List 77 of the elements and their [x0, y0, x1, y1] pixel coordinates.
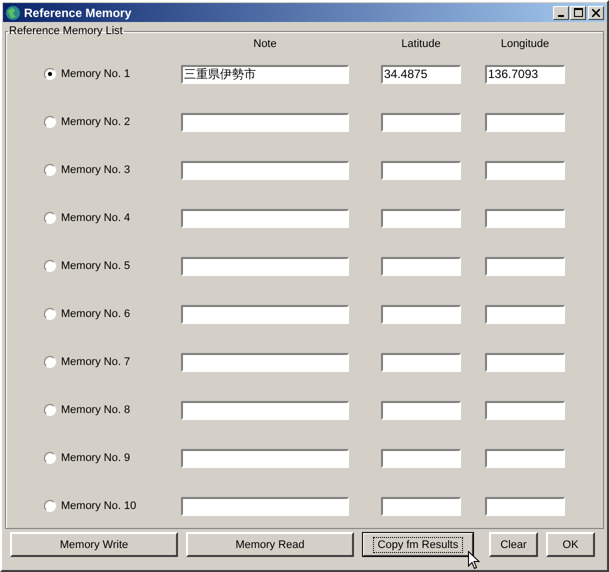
radio-label: Memory No. 9 — [61, 452, 130, 464]
latitude-field[interactable] — [381, 208, 461, 228]
latitude-field[interactable] — [381, 160, 461, 180]
longitude-field[interactable]: 136.7093 — [485, 64, 565, 84]
note-field[interactable] — [181, 400, 349, 420]
longitude-field[interactable] — [485, 352, 565, 372]
maximize-button[interactable] — [570, 6, 586, 20]
latitude-field[interactable] — [381, 352, 461, 372]
globe-icon — [5, 4, 21, 20]
note-field[interactable] — [181, 112, 349, 132]
minimize-icon — [558, 14, 564, 16]
note-field[interactable] — [181, 160, 349, 180]
note-field[interactable] — [181, 448, 349, 468]
memory-radio[interactable]: Memory No. 1 — [6, 68, 181, 80]
note-field[interactable] — [181, 304, 349, 324]
radio-button[interactable] — [44, 116, 56, 128]
maximize-icon — [574, 8, 582, 17]
radio-label: Memory No. 6 — [61, 308, 130, 320]
longitude-field[interactable] — [485, 400, 565, 420]
radio-label: Memory No. 1 — [61, 68, 130, 80]
radio-label: Memory No. 3 — [61, 164, 130, 176]
memory-radio[interactable]: Memory No. 5 — [6, 260, 181, 272]
dialog-button[interactable]: Memory Write — [10, 532, 178, 557]
longitude-field[interactable] — [485, 496, 565, 516]
longitude-field[interactable] — [485, 112, 565, 132]
radio-button[interactable] — [44, 404, 56, 416]
note-field[interactable] — [181, 256, 349, 276]
note-field[interactable] — [181, 352, 349, 372]
column-header: Longitude — [500, 38, 550, 50]
radio-label: Memory No. 5 — [61, 260, 130, 272]
memory-radio[interactable]: Memory No. 6 — [6, 308, 181, 320]
minimize-button[interactable] — [553, 6, 569, 20]
longitude-field[interactable] — [485, 160, 565, 180]
longitude-field[interactable] — [485, 304, 565, 324]
memory-radio[interactable]: Memory No. 9 — [6, 452, 181, 464]
radio-button[interactable] — [44, 500, 56, 512]
radio-button[interactable] — [44, 356, 56, 368]
longitude-field[interactable] — [485, 256, 565, 276]
radio-button[interactable] — [44, 260, 56, 272]
radio-button[interactable] — [44, 68, 56, 80]
group-label: Reference Memory List — [8, 25, 124, 37]
memory-radio[interactable]: Memory No. 8 — [6, 404, 181, 416]
dialog-button[interactable]: Memory Read — [186, 532, 354, 557]
memory-radio[interactable]: Memory No. 7 — [6, 356, 181, 368]
latitude-field[interactable]: 34.4875 — [381, 64, 461, 84]
radio-label: Memory No. 7 — [61, 356, 130, 368]
longitude-field[interactable] — [485, 448, 565, 468]
radio-button[interactable] — [44, 452, 56, 464]
radio-button[interactable] — [44, 164, 56, 176]
memory-radio[interactable]: Memory No. 4 — [6, 212, 181, 224]
longitude-field[interactable] — [485, 208, 565, 228]
column-header: Latitude — [400, 38, 442, 50]
radio-label: Memory No. 10 — [61, 500, 136, 512]
note-field[interactable] — [181, 208, 349, 228]
radio-label: Memory No. 4 — [61, 212, 130, 224]
radio-label: Memory No. 2 — [61, 116, 130, 128]
note-field[interactable]: 三重県伊勢市 — [181, 64, 349, 84]
latitude-field[interactable] — [381, 448, 461, 468]
radio-button[interactable] — [44, 308, 56, 320]
latitude-field[interactable] — [381, 400, 461, 420]
memory-radio[interactable]: Memory No. 2 — [6, 116, 181, 128]
column-header: Note — [252, 38, 278, 50]
latitude-field[interactable] — [381, 304, 461, 324]
latitude-field[interactable] — [381, 496, 461, 516]
radio-button[interactable] — [44, 212, 56, 224]
latitude-field[interactable] — [381, 256, 461, 276]
dialog-button[interactable]: Clear — [489, 532, 538, 557]
window-title: Reference Memory — [24, 6, 132, 20]
close-button[interactable] — [588, 6, 604, 20]
memory-radio[interactable]: Memory No. 10 — [6, 500, 181, 512]
close-icon — [592, 8, 600, 16]
note-field[interactable] — [181, 496, 349, 516]
dialog-button[interactable]: OK — [546, 532, 595, 557]
latitude-field[interactable] — [381, 112, 461, 132]
radio-label: Memory No. 8 — [61, 404, 130, 416]
memory-radio[interactable]: Memory No. 3 — [6, 164, 181, 176]
dialog-button[interactable]: Copy fm Results — [362, 532, 474, 557]
